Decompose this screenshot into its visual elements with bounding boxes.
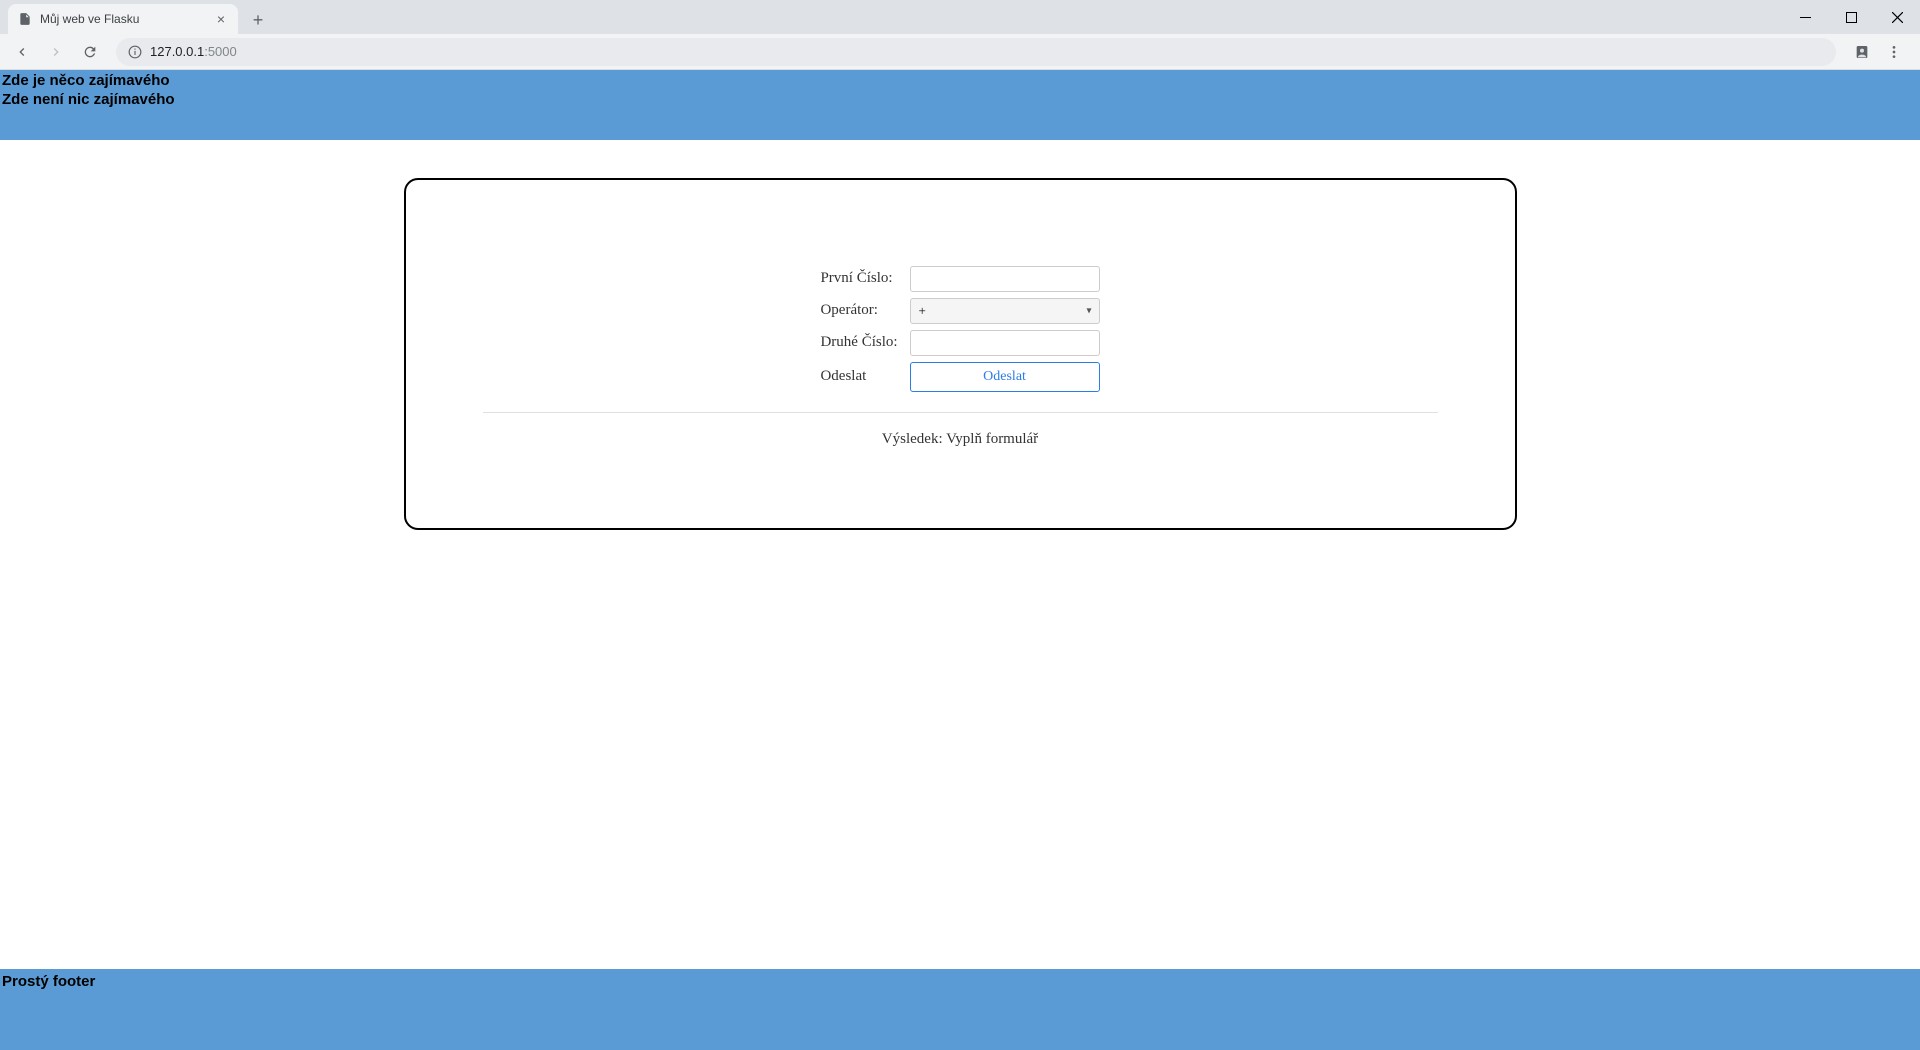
result-line: Výsledek: Vyplň formulář bbox=[456, 431, 1465, 448]
second-number-label: Druhé Číslo: bbox=[820, 330, 903, 356]
new-tab-button[interactable]: + bbox=[244, 6, 272, 34]
back-button[interactable] bbox=[8, 38, 36, 66]
result-value: Vyplň formulář bbox=[946, 431, 1038, 447]
browser-titlebar: Můj web ve Flasku × + bbox=[0, 0, 1920, 34]
page-viewport: Zde je něco zajímavého Zde není nic zají… bbox=[0, 70, 1920, 1050]
operator-label: Operátor: bbox=[820, 298, 903, 324]
url-port: :5000 bbox=[204, 44, 237, 59]
calculator-form: První Číslo: Operátor: + bbox=[814, 260, 1105, 398]
menu-icon[interactable] bbox=[1880, 38, 1908, 66]
url-text: 127.0.0.1:5000 bbox=[150, 44, 237, 59]
submit-button[interactable]: Odeslat bbox=[910, 362, 1100, 392]
result-prefix: Výsledek: bbox=[882, 431, 946, 447]
page-header: Zde je něco zajímavého Zde není nic zají… bbox=[0, 70, 1920, 140]
footer-text: Prostý footer bbox=[2, 973, 95, 990]
browser-tab[interactable]: Můj web ve Flasku × bbox=[8, 4, 238, 34]
header-line-2: Zde není nic zajímavého bbox=[2, 91, 1918, 110]
divider bbox=[483, 412, 1438, 413]
file-icon bbox=[18, 12, 32, 26]
browser-toolbar: 127.0.0.1:5000 bbox=[0, 34, 1920, 70]
close-window-button[interactable] bbox=[1874, 0, 1920, 34]
tab-title: Můj web ve Flasku bbox=[40, 12, 206, 26]
first-number-label: První Číslo: bbox=[820, 266, 903, 292]
submit-row-label: Odeslat bbox=[820, 362, 903, 392]
header-line-1: Zde je něco zajímavého bbox=[2, 72, 1918, 91]
minimize-button[interactable] bbox=[1782, 0, 1828, 34]
first-number-input[interactable] bbox=[910, 266, 1100, 292]
main-area: První Číslo: Operátor: + bbox=[0, 140, 1920, 970]
window-controls bbox=[1782, 0, 1920, 34]
close-icon[interactable]: × bbox=[214, 12, 228, 26]
info-icon bbox=[128, 45, 142, 59]
url-host: 127.0.0.1 bbox=[150, 44, 204, 59]
calculator-card: První Číslo: Operátor: + bbox=[404, 178, 1517, 530]
operator-select[interactable]: + bbox=[910, 298, 1100, 324]
forward-button[interactable] bbox=[42, 38, 70, 66]
second-number-input[interactable] bbox=[910, 330, 1100, 356]
maximize-button[interactable] bbox=[1828, 0, 1874, 34]
profile-icon[interactable] bbox=[1848, 38, 1876, 66]
address-bar[interactable]: 127.0.0.1:5000 bbox=[116, 38, 1836, 66]
reload-button[interactable] bbox=[76, 38, 104, 66]
page-footer: Prostý footer bbox=[0, 969, 1920, 1050]
